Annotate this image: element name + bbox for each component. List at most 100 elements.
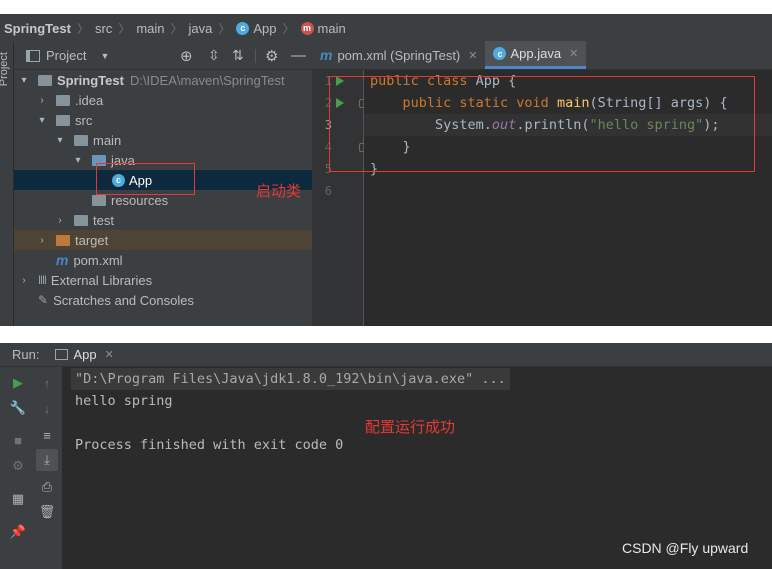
breadcrumb-separator: 〉 [282,21,295,36]
soft-wrap-icon[interactable]: ≡ [39,427,55,443]
folder-icon [56,94,70,106]
tree-label: External Libraries [50,272,153,288]
gear-icon[interactable]: ⚙ [265,47,278,65]
arrow-up-icon[interactable]: ↑ [39,375,55,391]
code-highlight-box [329,76,755,172]
wrench-icon[interactable]: 🔧 [10,400,26,416]
chevron-down-icon[interactable]: ▾ [72,155,84,166]
chevron-right-icon[interactable]: › [36,235,48,246]
breadcrumb-separator: 〉 [170,21,183,36]
tab-label: pom.xml (SpringTest) [337,47,461,63]
console-icon [55,349,69,360]
arrow-down-icon[interactable]: ↓ [39,400,55,416]
module-folder-icon [38,74,52,86]
tool-window-stripe: Project [0,42,14,326]
library-icon: ‖‖ [38,273,47,287]
tree-item-idea[interactable]: › .idea [14,90,312,110]
run-success-note: 配置运行成功 [365,419,456,436]
breadcrumb-java[interactable]: java [189,21,213,36]
project-stripe-button[interactable]: Project [0,52,10,86]
chevron-down-icon[interactable]: ▼ [100,51,109,61]
folder-icon [56,114,70,126]
scratches-icon: ✎ [38,293,49,307]
tree-label: target [75,232,109,248]
line-number: 6 [324,184,332,198]
folder-icon [74,134,88,146]
excluded-folder-icon [56,234,70,246]
project-view-title[interactable]: Project [46,48,86,63]
close-icon[interactable]: ✕ [468,49,477,62]
divider [255,49,256,63]
tab-app-java[interactable]: c App.java ✕ [485,41,587,69]
print-icon[interactable]: ⎙ [39,479,55,495]
run-console[interactable]: "D:\Program Files\Java\jdk1.8.0_192\bin\… [62,367,772,569]
console-line-output: hello spring [75,393,173,409]
sort-icon[interactable]: ⇅ [232,47,244,64]
startup-class-highlight-box [96,163,195,195]
tree-item-test[interactable]: › test [14,210,312,230]
tree-label: main [93,132,122,148]
collapse-all-icon[interactable]: ⇳ [208,47,220,64]
editor-tab-bar: m pom.xml (SpringTest) ✕ c App.java ✕ [312,41,772,70]
maven-icon: m [56,252,69,268]
run-panel-header: Run: App ✕ [0,343,772,367]
scroll-to-end-icon[interactable]: ⤓ [36,449,58,471]
run-tab-app[interactable]: App [73,347,96,362]
chevron-down-icon[interactable]: ▾ [36,115,48,126]
folder-icon [74,214,88,226]
chevron-right-icon[interactable]: › [36,95,48,106]
chevron-right-icon[interactable]: › [54,215,66,226]
tree-item-external-libraries[interactable]: › ‖‖ External Libraries [14,270,312,290]
tab-label: App.java [510,46,562,61]
stop-icon[interactable]: ■ [10,432,26,448]
tree-item-src[interactable]: ▾ src [14,110,312,130]
pin-icon[interactable]: 📌 [10,524,26,540]
breadcrumb-separator: 〉 [218,21,231,36]
maven-icon: m [320,47,333,63]
rerun-icon[interactable]: ▶ [10,375,26,391]
close-icon[interactable]: ✕ [105,348,114,361]
breadcrumb-app[interactable]: App [253,21,276,36]
trash-icon[interactable]: 🗑 [39,504,56,520]
tree-label: Scratches and Consoles [53,292,194,308]
breadcrumb-src[interactable]: src [95,21,112,36]
tree-label: .idea [75,92,104,108]
tab-pom-xml[interactable]: m pom.xml (SpringTest) ✕ [312,41,485,69]
tree-item-scratches[interactable]: ✎ Scratches and Consoles [14,290,312,310]
startup-class-note: 启动类 [256,183,302,200]
tree-item-main[interactable]: ▾ main [14,130,312,150]
java-class-icon: c [493,47,507,60]
console-line-command: "D:\Program Files\Java\jdk1.8.0_192\bin\… [71,368,510,390]
tree-item-pom[interactable]: m pom.xml [14,250,312,270]
resources-folder-icon [92,194,106,206]
breadcrumb: SpringTest 〉 src 〉 main 〉 java 〉 c App 〉… [0,14,772,42]
chevron-down-icon[interactable]: ▾ [18,75,30,86]
chevron-down-icon[interactable]: ▾ [54,135,66,146]
layout-icon[interactable]: ▦ [10,491,26,507]
close-icon[interactable]: ✕ [569,47,578,60]
console-line-exit: Process finished with exit code 0 [75,437,344,453]
project-toolbar: Project ▼ ⊕ ⇳ ⇅ ⚙ — [14,42,312,70]
run-panel-label: Run: [12,347,40,362]
project-view-icon [26,49,40,62]
breadcrumb-main[interactable]: main [136,21,164,36]
java-class-icon: c [236,21,250,35]
tree-label: pom.xml [73,252,123,268]
breadcrumb-method[interactable]: main [318,21,346,36]
locate-icon[interactable]: ⊕ [180,47,193,65]
breadcrumb-project[interactable]: SpringTest [4,21,71,36]
settings-icon[interactable]: ⚙ [10,458,26,474]
tree-label: SpringTest [57,72,124,88]
tree-path: D:\IDEA\maven\SpringTest [129,72,285,88]
hide-panel-icon[interactable]: — [291,47,306,64]
tree-label: src [75,112,93,128]
method-icon: m [300,21,314,35]
tree-item-target[interactable]: › target [14,230,312,250]
breadcrumb-separator: 〉 [76,21,89,36]
run-toolbar: ▶ ↑ 🔧 ↓ ≡ ■ ⤓ ⚙ ⎙ ▦ 🗑 📌 [0,367,62,569]
chevron-right-icon[interactable]: › [18,275,30,286]
tree-label: test [93,212,114,228]
breadcrumb-separator: 〉 [118,21,131,36]
watermark: CSDN @Fly upward [622,540,749,556]
tree-item-springtest[interactable]: ▾ SpringTest D:\IDEA\maven\SpringTest [14,70,312,90]
